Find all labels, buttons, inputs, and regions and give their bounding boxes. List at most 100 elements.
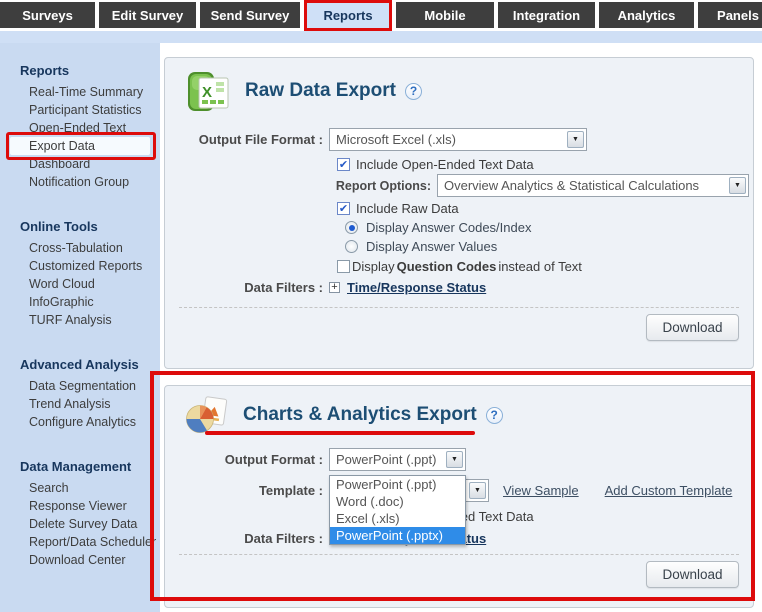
download-button-2[interactable]: Download — [646, 561, 739, 588]
top-nav: Surveys Edit Survey Send Survey Reports … — [0, 0, 762, 31]
include-open-ended-row: Include Open-Ended Text Data — [337, 156, 753, 173]
sidebar-item-report-data-scheduler[interactable]: Report/Data Scheduler — [0, 533, 160, 551]
nav-tab-mobile[interactable]: Mobile — [396, 2, 494, 28]
output-file-format-select[interactable]: Microsoft Excel (.xls) — [329, 128, 587, 151]
raw-data-export-title: Raw Data Export — [245, 80, 396, 102]
sidebar-item-export-data[interactable]: Export Data — [10, 137, 150, 155]
output-format-select[interactable]: PowerPoint (.ppt) — [329, 448, 466, 471]
answer-values-radio-row: Display Answer Values — [345, 238, 753, 255]
sidebar-header-data-management: Data Management — [0, 457, 160, 477]
include-open-ended-checkbox[interactable] — [337, 158, 350, 171]
nav-tab-panels[interactable]: Panels — [698, 2, 762, 28]
dropdown-option-doc[interactable]: Word (.doc) — [330, 493, 465, 510]
dropdown-arrow-icon[interactable] — [567, 131, 584, 148]
answer-codes-radio[interactable] — [345, 221, 358, 234]
output-format-row: Output Format : PowerPoint (.ppt) — [165, 448, 753, 471]
time-response-status-link[interactable]: Time/Response Status — [347, 280, 486, 295]
sidebar-section-data-management: Data Management Search Response Viewer D… — [0, 457, 160, 569]
sidebar-item-word-cloud[interactable]: Word Cloud — [0, 275, 160, 293]
nav-tab-integration[interactable]: Integration — [498, 2, 595, 28]
dropdown-arrow-icon[interactable] — [729, 177, 746, 194]
dropdown-option-ppt[interactable]: PowerPoint (.ppt) — [330, 476, 465, 493]
template-label: Template : — [173, 483, 323, 498]
data-filters-label: Data Filters : — [173, 280, 323, 295]
report-options-label: Report Options: — [173, 179, 431, 193]
nav-tab-reports[interactable]: Reports — [304, 0, 392, 31]
sidebar-item-participant-statistics[interactable]: Participant Statistics — [0, 101, 160, 119]
sidebar-item-download-center[interactable]: Download Center — [0, 551, 160, 569]
question-codes-checkbox[interactable] — [337, 260, 350, 273]
dropdown-arrow-icon[interactable] — [469, 482, 486, 499]
include-open-ended-label: Include Open-Ended Text Data — [356, 157, 534, 172]
raw-data-export-header: X Raw Data Export ? — [165, 58, 753, 114]
sidebar-item-open-ended-text[interactable]: Open-Ended Text — [0, 119, 160, 137]
nav-tab-analytics[interactable]: Analytics — [599, 2, 694, 28]
main-content: X Raw Data Export ? Output File Format :… — [160, 43, 762, 612]
data-filters-label-2: Data Filters : — [173, 531, 323, 546]
report-options-select[interactable]: Overview Analytics & Statistical Calcula… — [437, 174, 749, 197]
sidebar-header-advanced-analysis: Advanced Analysis — [0, 355, 160, 375]
question-codes-label-bold: Question Codes — [397, 259, 497, 274]
sidebar-item-turf-analysis[interactable]: TURF Analysis — [0, 311, 160, 329]
excel-workbook-icon: X — [185, 68, 231, 114]
download-button-row: Download — [165, 314, 753, 341]
report-options-row: Report Options: Overview Analytics & Sta… — [165, 174, 753, 197]
sidebar: Reports Real-Time Summary Participant St… — [0, 43, 160, 612]
question-codes-label-prefix: Display — [352, 259, 395, 274]
output-format-value: PowerPoint (.ppt) — [330, 452, 446, 467]
sidebar-header-online-tools: Online Tools — [0, 217, 160, 237]
download-button[interactable]: Download — [646, 314, 739, 341]
sidebar-item-search[interactable]: Search — [0, 479, 160, 497]
charts-export-title: Charts & Analytics Export — [243, 404, 477, 426]
sidebar-item-cross-tabulation[interactable]: Cross-Tabulation — [0, 239, 160, 257]
sidebar-item-customized-reports[interactable]: Customized Reports — [0, 257, 160, 275]
question-codes-row: Display Question Codes instead of Text — [337, 258, 753, 275]
dropdown-option-pptx[interactable]: PowerPoint (.pptx) — [330, 527, 465, 544]
dropdown-arrow-icon[interactable] — [446, 451, 463, 468]
sidebar-item-delete-survey-data[interactable]: Delete Survey Data — [0, 515, 160, 533]
nav-tab-surveys[interactable]: Surveys — [0, 2, 95, 28]
sidebar-item-configure-analytics[interactable]: Configure Analytics — [0, 413, 160, 431]
separator-dashed — [179, 307, 739, 308]
sidebar-section-reports: Reports Real-Time Summary Participant St… — [0, 61, 160, 191]
sidebar-section-online-tools: Online Tools Cross-Tabulation Customized… — [0, 217, 160, 329]
raw-data-export-panel: X Raw Data Export ? Output File Format :… — [164, 57, 754, 369]
sidebar-item-infographic[interactable]: InfoGraphic — [0, 293, 160, 311]
nav-underbar — [0, 31, 762, 43]
answer-codes-radio-row: Display Answer Codes/Index — [345, 219, 753, 236]
sidebar-item-export-data-label: Export Data — [29, 139, 95, 153]
sidebar-item-response-viewer[interactable]: Response Viewer — [0, 497, 160, 515]
answer-codes-label: Display Answer Codes/Index — [366, 220, 531, 235]
include-raw-data-row: Include Raw Data — [337, 200, 753, 217]
output-file-format-row: Output File Format : Microsoft Excel (.x… — [165, 128, 753, 151]
download-button-row-2: Download — [165, 561, 753, 588]
help-icon[interactable]: ? — [486, 407, 503, 424]
include-raw-data-label: Include Raw Data — [356, 201, 459, 216]
output-file-format-value: Microsoft Excel (.xls) — [330, 132, 567, 147]
output-format-label: Output Format : — [173, 452, 323, 467]
output-file-format-label: Output File Format : — [173, 132, 323, 147]
export-data-page: Surveys Edit Survey Send Survey Reports … — [0, 0, 762, 612]
sidebar-item-notification-group[interactable]: Notification Group — [0, 173, 160, 191]
sidebar-item-trend-analysis[interactable]: Trend Analysis — [0, 395, 160, 413]
sidebar-item-dashboard[interactable]: Dashboard — [0, 155, 160, 173]
sidebar-item-data-segmentation[interactable]: Data Segmentation — [0, 377, 160, 395]
template-links: View Sample Add Custom Template — [503, 483, 732, 498]
charts-analytics-export-panel: Charts & Analytics Export ? Output Forma… — [164, 385, 754, 608]
add-custom-template-link[interactable]: Add Custom Template — [605, 483, 733, 498]
answer-values-radio[interactable] — [345, 240, 358, 253]
nav-tab-edit-survey[interactable]: Edit Survey — [99, 2, 196, 28]
output-format-dropdown-list: PowerPoint (.ppt) Word (.doc) Excel (.xl… — [329, 475, 466, 545]
charts-export-header: Charts & Analytics Export ? — [165, 386, 753, 436]
dropdown-option-xls[interactable]: Excel (.xls) — [330, 510, 465, 527]
view-sample-link[interactable]: View Sample — [503, 483, 579, 498]
nav-tab-send-survey[interactable]: Send Survey — [200, 2, 300, 28]
answer-values-label: Display Answer Values — [366, 239, 497, 254]
sidebar-section-advanced-analysis: Advanced Analysis Data Segmentation Tren… — [0, 355, 160, 431]
expand-plus-icon[interactable] — [329, 282, 340, 293]
include-raw-data-checkbox[interactable] — [337, 202, 350, 215]
svg-text:X: X — [202, 84, 212, 101]
sidebar-item-real-time-summary[interactable]: Real-Time Summary — [0, 83, 160, 101]
help-icon[interactable]: ? — [405, 83, 422, 100]
separator-dashed — [179, 554, 739, 555]
